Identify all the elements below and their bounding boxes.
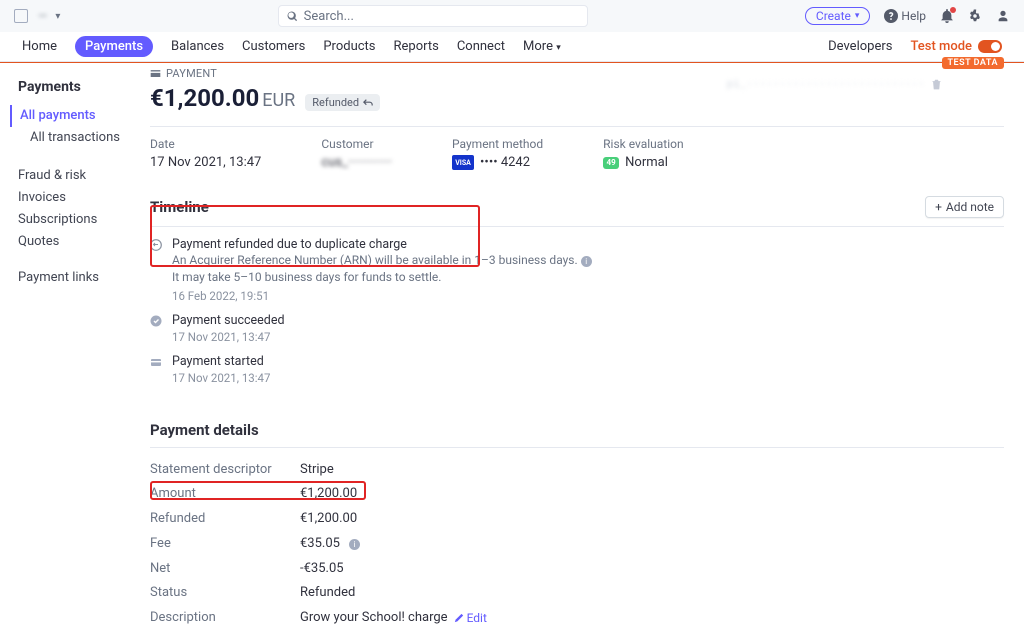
summary-risk-value: 49 Normal xyxy=(603,155,683,170)
notifications-button[interactable] xyxy=(940,9,954,23)
detail-row-status: StatusRefunded xyxy=(150,581,1004,606)
nav-connect[interactable]: Connect xyxy=(457,39,505,54)
notification-dot xyxy=(950,7,956,13)
sidebar-item-all-payments[interactable]: All payments xyxy=(10,105,138,127)
add-note-button[interactable]: + Add note xyxy=(925,196,1004,218)
timeline-item-title: Payment succeeded xyxy=(172,313,285,328)
payment-amount: €1,200.00EUR xyxy=(150,84,295,112)
nav-home[interactable]: Home xyxy=(22,39,57,54)
detail-row-fee: Fee €35.05i xyxy=(150,532,1004,557)
timeline-item-title: Payment started xyxy=(172,354,271,369)
toggle-switch[interactable] xyxy=(978,40,1002,53)
timeline-title: Timeline xyxy=(150,198,209,216)
details-title: Payment details xyxy=(150,421,259,439)
timeline-item-time: 16 Feb 2022, 19:51 xyxy=(172,289,592,303)
chevron-down-icon[interactable]: ▾ xyxy=(55,11,60,22)
settings-button[interactable] xyxy=(968,9,982,23)
visa-icon: VISA xyxy=(452,155,474,170)
edit-description-button[interactable]: Edit xyxy=(454,607,487,630)
nav-reports[interactable]: Reports xyxy=(394,39,439,54)
nav-developers[interactable]: Developers xyxy=(828,39,892,54)
nav-customers[interactable]: Customers xyxy=(242,39,305,54)
sidebar-item-subscriptions[interactable]: Subscriptions xyxy=(18,209,138,231)
summary-method-label: Payment method xyxy=(452,137,543,151)
card-icon xyxy=(150,68,161,79)
sidebar-item-quotes[interactable]: Quotes xyxy=(18,231,138,253)
create-label: Create xyxy=(816,9,851,23)
trash-icon[interactable] xyxy=(931,79,942,94)
profile-button[interactable] xyxy=(996,9,1010,23)
nav-balances[interactable]: Balances xyxy=(171,39,224,54)
gear-icon xyxy=(968,9,982,23)
refund-circle-icon xyxy=(150,239,162,251)
info-icon[interactable]: i xyxy=(349,539,360,550)
plus-icon: + xyxy=(935,200,942,214)
timeline-item-time: 17 Nov 2021, 13:47 xyxy=(172,371,271,385)
test-data-badge: TEST DATA xyxy=(942,57,1004,69)
timeline-item: Payment refunded due to duplicate charge… xyxy=(150,237,1004,303)
account-icon xyxy=(14,9,28,23)
sidebar-title: Payments xyxy=(18,79,138,95)
test-mode-toggle[interactable]: Test mode xyxy=(910,39,1002,54)
payment-id: pi_··························· xyxy=(726,79,924,91)
nav-more[interactable]: More ▾ xyxy=(523,39,561,54)
check-circle-icon xyxy=(150,315,162,327)
info-icon[interactable]: i xyxy=(581,256,592,267)
nav-payments[interactable]: Payments xyxy=(75,36,153,57)
person-icon xyxy=(996,9,1010,23)
help-label: Help xyxy=(901,9,926,23)
timeline-item: Payment started 17 Nov 2021, 13:47 xyxy=(150,354,1004,385)
sidebar-item-fraud[interactable]: Fraud & risk xyxy=(18,165,138,187)
help-icon xyxy=(884,9,898,23)
pencil-icon xyxy=(454,613,464,623)
timeline-item: Payment succeeded 17 Nov 2021, 13:47 xyxy=(150,313,1004,344)
timeline-item-time: 17 Nov 2021, 13:47 xyxy=(172,330,285,344)
summary-customer-label: Customer xyxy=(321,137,392,151)
risk-score-badge: 49 xyxy=(603,157,619,169)
sidebar-item-invoices[interactable]: Invoices xyxy=(18,187,138,209)
timeline-item-title: Payment refunded due to duplicate charge xyxy=(172,237,592,252)
refund-arrow-icon xyxy=(363,98,373,108)
search-placeholder: Search... xyxy=(304,9,354,24)
card-small-icon xyxy=(150,356,162,368)
nav-products[interactable]: Products xyxy=(323,39,375,54)
detail-row-description: Description Grow your School! charge Edi… xyxy=(150,606,1004,631)
search-input[interactable]: Search... xyxy=(278,5,588,27)
summary-risk-label: Risk evaluation xyxy=(603,137,683,151)
account-name[interactable]: — xyxy=(38,9,47,23)
search-icon xyxy=(287,11,298,22)
refunded-badge: Refunded xyxy=(305,94,380,111)
page-crumb: PAYMENT xyxy=(166,67,217,80)
create-button[interactable]: Create ▾ xyxy=(805,7,870,25)
chevron-down-icon: ▾ xyxy=(855,11,860,21)
help-button[interactable]: Help xyxy=(884,9,926,23)
sidebar-item-payment-links[interactable]: Payment links xyxy=(18,267,138,289)
chevron-down-icon: ▾ xyxy=(556,43,561,53)
detail-row-net: Net-€35.05 xyxy=(150,557,1004,582)
detail-row-statement: Statement descriptorStripe xyxy=(150,458,1004,483)
summary-method-value: VISA •••• 4242 xyxy=(452,155,543,170)
detail-row-amount: Amount€1,200.00 xyxy=(150,482,1004,507)
summary-date-label: Date xyxy=(150,137,261,151)
summary-customer-value[interactable]: cus_············· xyxy=(321,155,392,170)
test-mode-label: Test mode xyxy=(910,39,972,54)
summary-date-value: 17 Nov 2021, 13:47 xyxy=(150,155,261,170)
sidebar-item-all-transactions[interactable]: All transactions xyxy=(20,127,138,149)
